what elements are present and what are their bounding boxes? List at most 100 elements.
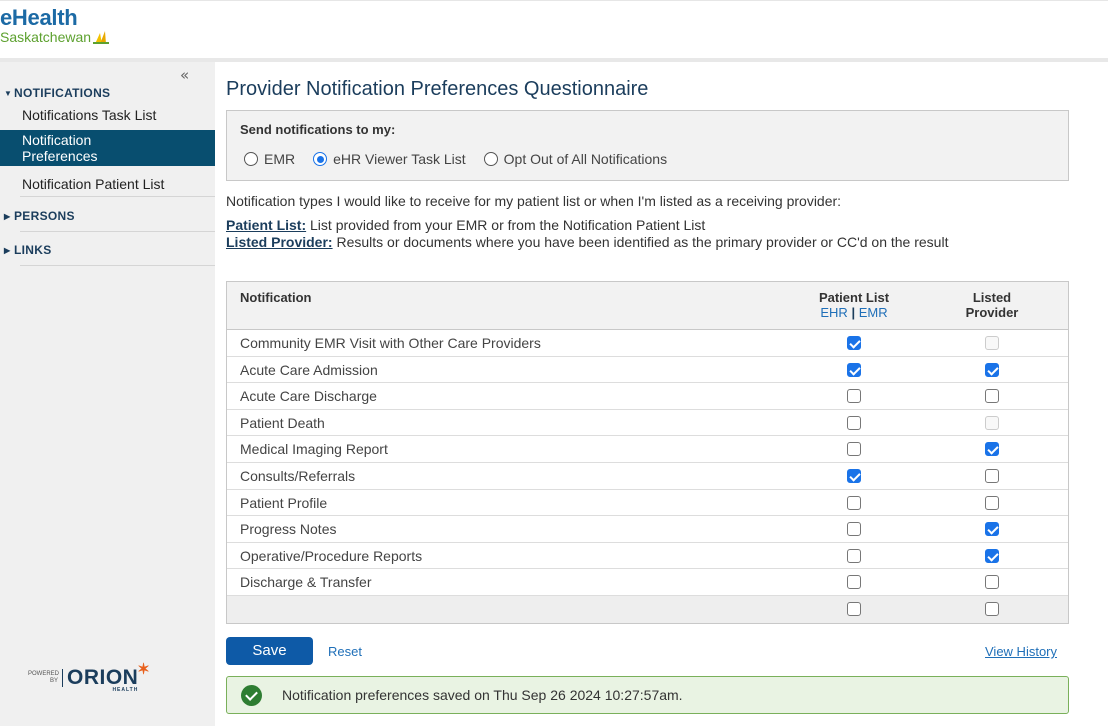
caret-right-icon: ▶ bbox=[4, 211, 11, 221]
sidebar-item-notification-patient-list[interactable]: Notification Patient List bbox=[0, 176, 215, 192]
notification-label: Consults/Referrals bbox=[240, 467, 356, 484]
col-header-notification: Notification bbox=[240, 290, 312, 305]
listed-provider-checkbox[interactable] bbox=[985, 442, 999, 457]
patient-list-checkbox[interactable] bbox=[847, 548, 861, 563]
listed-provider-checkbox[interactable] bbox=[985, 548, 999, 563]
sub-separator: | bbox=[851, 305, 856, 320]
notification-label: Acute Care Admission bbox=[240, 361, 378, 378]
notification-label: Discharge & Transfer bbox=[240, 574, 372, 591]
powered-by-orion-logo: POWERED BY ORION ✶ HEALTH bbox=[28, 661, 150, 693]
radio-ehr-viewer-task-list[interactable] bbox=[313, 152, 328, 166]
orion-sub: HEALTH bbox=[112, 687, 139, 693]
table-row: Consults/Referrals bbox=[227, 463, 1068, 490]
table-row: Acute Care Admission bbox=[227, 357, 1068, 384]
emr-link[interactable]: EMR bbox=[859, 305, 888, 320]
section-links[interactable]: ▶ LINKS bbox=[0, 239, 215, 261]
logo-divider bbox=[62, 669, 63, 687]
send-options: EMR eHR Viewer Task List Opt Out of All … bbox=[244, 151, 685, 167]
notification-label: Patient Profile bbox=[240, 494, 328, 511]
patient-list-checkbox[interactable] bbox=[847, 468, 861, 483]
table-row bbox=[227, 595, 1068, 623]
definition-text: Results or documents where you have been… bbox=[332, 234, 949, 250]
table-row: Community EMR Visit with Other Care Prov… bbox=[227, 330, 1068, 357]
logo-name: eHealth bbox=[0, 5, 78, 30]
ehr-link[interactable]: EHR bbox=[820, 305, 847, 320]
patient-list-checkbox[interactable] bbox=[847, 389, 861, 404]
col-header-listed-provider: Listed Provider bbox=[952, 290, 1032, 320]
listed-provider-checkbox[interactable] bbox=[985, 575, 999, 590]
section-label: NOTIFICATIONS bbox=[14, 86, 111, 100]
definition-term: Listed Provider: bbox=[226, 234, 333, 250]
patient-list-checkbox[interactable] bbox=[847, 522, 861, 537]
patient-list-checkbox[interactable] bbox=[847, 575, 861, 590]
listed-provider-checkbox[interactable] bbox=[985, 601, 999, 616]
listed-provider-checkbox bbox=[985, 415, 999, 430]
sidebar-divider bbox=[20, 196, 215, 197]
radio-opt-out[interactable] bbox=[483, 152, 498, 166]
sidebar-item-notification-preferences[interactable]: Notification Preferences bbox=[0, 130, 215, 166]
radio-label-ehr-viewer[interactable]: eHR Viewer Task List bbox=[333, 151, 466, 167]
notification-label: Acute Care Discharge bbox=[240, 388, 377, 405]
definition-text: List provided from your EMR or from the … bbox=[306, 217, 706, 233]
orion-wordmark: ORION ✶ HEALTH bbox=[67, 661, 150, 693]
listed-provider-checkbox[interactable] bbox=[985, 389, 999, 404]
wheat-icon bbox=[93, 31, 110, 44]
definition-term: Patient List: bbox=[226, 217, 307, 233]
col-header-label: Listed bbox=[972, 290, 1012, 305]
patient-list-checkbox[interactable] bbox=[847, 415, 861, 430]
send-to-panel: Send notifications to my: EMR eHR Viewer… bbox=[226, 110, 1069, 181]
caret-right-icon: ▶ bbox=[4, 245, 11, 255]
table-header: Notification Patient List EHR | EMR List… bbox=[227, 282, 1068, 330]
send-label: Send notifications to my: bbox=[240, 122, 396, 137]
table-row: Patient Profile bbox=[227, 490, 1068, 517]
table-row: Progress Notes bbox=[227, 516, 1068, 543]
save-button[interactable]: Save bbox=[226, 637, 313, 665]
powered-by-label: POWERED BY bbox=[28, 671, 60, 684]
section-persons[interactable]: ▶ PERSONS bbox=[0, 205, 215, 227]
listed-provider-checkbox[interactable] bbox=[985, 362, 999, 377]
notification-label: Medical Imaging Report bbox=[240, 441, 388, 458]
reset-link[interactable]: Reset bbox=[328, 644, 362, 659]
alert-text: Notification preferences saved on Thu Se… bbox=[282, 687, 683, 703]
definition-listed-provider: Listed Provider: Results or documents wh… bbox=[226, 234, 1069, 250]
table-row: Acute Care Discharge bbox=[227, 383, 1068, 410]
section-notifications[interactable]: ▼ NOTIFICATIONS bbox=[0, 82, 215, 104]
listed-provider-checkbox bbox=[985, 336, 999, 350]
star-icon: ✶ bbox=[137, 661, 151, 678]
patient-list-checkbox[interactable] bbox=[847, 336, 861, 350]
patient-list-checkbox[interactable] bbox=[847, 442, 861, 457]
definition-patient-list: Patient List: List provided from your EM… bbox=[226, 217, 1069, 233]
sidebar-divider bbox=[20, 265, 215, 266]
col-header-label: Provider bbox=[965, 305, 1019, 320]
radio-label-emr[interactable]: EMR bbox=[264, 151, 295, 167]
table-row: Medical Imaging Report bbox=[227, 436, 1068, 463]
table-body: Community EMR Visit with Other Care Prov… bbox=[227, 330, 1068, 623]
caret-down-icon: ▼ bbox=[4, 88, 13, 98]
ehealth-logo[interactable]: eHealth Saskatchewan bbox=[0, 5, 110, 45]
orion-brand: ORION bbox=[67, 666, 139, 689]
radio-label-opt-out[interactable]: Opt Out of All Notifications bbox=[504, 151, 667, 167]
logo-region: Saskatchewan bbox=[0, 29, 92, 45]
listed-provider-checkbox[interactable] bbox=[985, 522, 999, 537]
table-row: Discharge & Transfer bbox=[227, 569, 1068, 596]
notification-label: Progress Notes bbox=[240, 521, 337, 538]
page-title: Provider Notification Preferences Questi… bbox=[226, 78, 649, 100]
sidebar-item-notifications-task-list[interactable]: Notifications Task List bbox=[0, 107, 215, 123]
top-bar: eHealth Saskatchewan bbox=[0, 0, 1108, 58]
table-row: Operative/Procedure Reports bbox=[227, 543, 1068, 570]
success-alert: Notification preferences saved on Thu Se… bbox=[226, 676, 1069, 714]
listed-provider-checkbox[interactable] bbox=[985, 495, 999, 510]
notification-table: Notification Patient List EHR | EMR List… bbox=[226, 281, 1069, 624]
section-label: LINKS bbox=[14, 243, 52, 257]
patient-list-checkbox[interactable] bbox=[847, 495, 861, 510]
sidebar-item-label: Notification Preferences bbox=[22, 132, 98, 164]
section-label: PERSONS bbox=[14, 209, 75, 223]
check-circle-icon bbox=[241, 684, 262, 706]
view-history-link[interactable]: View History bbox=[985, 644, 1057, 659]
patient-list-checkbox[interactable] bbox=[847, 601, 861, 616]
col-header-patient-list: Patient List EHR | EMR bbox=[809, 290, 899, 320]
patient-list-checkbox[interactable] bbox=[847, 362, 861, 377]
radio-emr[interactable] bbox=[244, 152, 258, 166]
sidebar: « ▼ NOTIFICATIONS Notifications Task Lis… bbox=[0, 62, 215, 726]
listed-provider-checkbox[interactable] bbox=[985, 468, 999, 483]
